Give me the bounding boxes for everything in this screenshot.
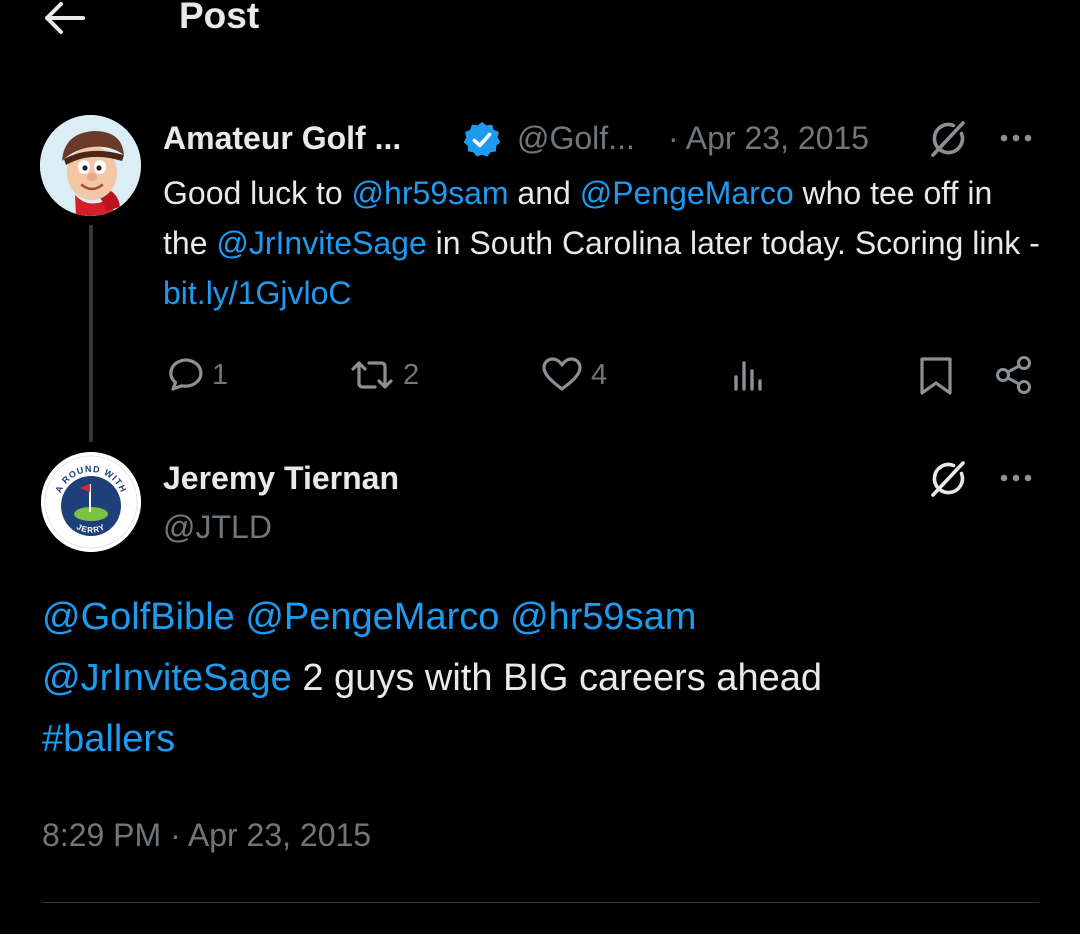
a-round-with-jerry-logo-icon: A ROUND WITH JERRY: [41, 452, 141, 552]
page-title: Post: [179, 0, 260, 36]
text-segment: and: [508, 175, 580, 211]
reply-author-name[interactable]: Jeremy Tiernan: [163, 458, 399, 498]
mention-link[interactable]: @GolfBible: [42, 596, 235, 638]
text-segment: Good luck to: [163, 175, 352, 211]
more-options-icon[interactable]: [996, 458, 1036, 498]
grok-icon[interactable]: [926, 117, 970, 161]
text-segment: in South Carolina later today. Scoring l…: [426, 225, 1040, 261]
reply-count: 1: [212, 358, 229, 391]
views-button[interactable]: [730, 350, 770, 400]
more-options-icon[interactable]: [996, 118, 1036, 158]
post-timestamp[interactable]: 8:29 PM · Apr 23, 2015: [42, 814, 371, 856]
share-button[interactable]: [994, 350, 1036, 400]
mention-link[interactable]: @hr59sam: [510, 596, 696, 638]
heart-icon: [542, 357, 582, 391]
bookmark-button[interactable]: [916, 350, 956, 400]
views-chart-icon: [734, 361, 762, 391]
parent-post-date[interactable]: · Apr 23, 2015: [668, 118, 869, 158]
cartoon-golfer-avatar-icon: [40, 115, 141, 216]
mention-link[interactable]: @JrInviteSage: [42, 657, 292, 699]
mention-link[interactable]: @hr59sam: [352, 175, 509, 211]
repost-icon: [351, 361, 393, 389]
mention-link[interactable]: @PengeMarco: [245, 596, 499, 638]
parent-post-text: Good luck to @hr59sam and @PengeMarco wh…: [163, 168, 1043, 318]
post-action-bar: 1 2 4: [0, 350, 1080, 400]
reply-post-text: @GolfBible @PengeMarco @hr59sam @JrInvite…: [42, 587, 1042, 770]
hashtag-link[interactable]: #ballers: [42, 718, 175, 760]
mention-link[interactable]: @PengeMarco: [580, 175, 794, 211]
repost-button[interactable]: 2: [349, 350, 419, 400]
reply-author-handle[interactable]: @JTLD: [163, 507, 272, 547]
grok-icon[interactable]: [926, 457, 970, 501]
text-segment: [499, 596, 510, 638]
parent-author-handle[interactable]: @Golf...: [517, 118, 635, 158]
share-icon: [996, 356, 1031, 394]
divider: [42, 902, 1039, 903]
reply-button[interactable]: 1: [164, 350, 228, 400]
like-button[interactable]: 4: [541, 350, 607, 400]
verified-badge-icon: [463, 122, 501, 157]
reply-icon: [169, 358, 203, 391]
bookmark-icon: [920, 357, 952, 395]
reply-author-avatar[interactable]: A ROUND WITH JERRY: [41, 452, 141, 552]
back-button[interactable]: [44, 0, 86, 38]
like-count: 4: [591, 358, 608, 391]
top-bar: Post: [0, 0, 1080, 40]
thread-connector-line: [89, 225, 93, 442]
url-link[interactable]: bit.ly/1GjvloC: [163, 275, 352, 311]
text-segment: 2 guys with BIG careers ahead: [291, 657, 822, 699]
repost-count: 2: [403, 358, 420, 391]
arrow-left-icon: [45, 2, 85, 34]
parent-author-avatar[interactable]: [40, 115, 141, 216]
parent-author-name[interactable]: Amateur Golf ...: [163, 118, 401, 158]
text-segment: [235, 596, 246, 638]
mention-link[interactable]: @JrInviteSage: [216, 225, 426, 261]
